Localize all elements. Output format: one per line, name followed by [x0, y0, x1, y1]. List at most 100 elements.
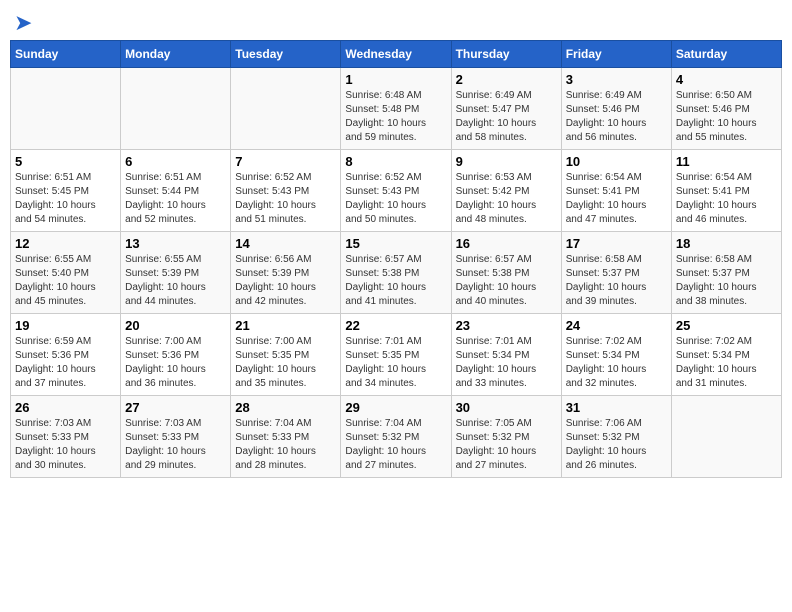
logo: ➤ [10, 10, 32, 36]
day-info: Sunrise: 7:04 AM Sunset: 5:33 PM Dayligh… [235, 417, 336, 473]
calendar-cell: 14 Sunrise: 6:56 AM Sunset: 5:39 PM Dayli… [231, 232, 341, 314]
day-number: 20 [125, 318, 226, 333]
day-number: 9 [456, 154, 557, 169]
day-number: 28 [235, 400, 336, 415]
calendar-cell: 22 Sunrise: 7:01 AM Sunset: 5:35 PM Dayli… [341, 314, 451, 396]
calendar-cell: 17 Sunrise: 6:58 AM Sunset: 5:37 PM Dayli… [561, 232, 671, 314]
day-info: Sunrise: 6:49 AM Sunset: 5:46 PM Dayligh… [566, 89, 667, 145]
day-number: 8 [345, 154, 446, 169]
day-number: 17 [566, 236, 667, 251]
day-number: 14 [235, 236, 336, 251]
day-number: 30 [456, 400, 557, 415]
day-info: Sunrise: 6:58 AM Sunset: 5:37 PM Dayligh… [566, 253, 667, 309]
calendar-cell: 13Sunrise: 6:55 AM Sunset: 5:39 PM Dayli… [121, 232, 231, 314]
day-number: 23 [456, 318, 557, 333]
day-number: 24 [566, 318, 667, 333]
calendar-cell: 19Sunrise: 6:59 AM Sunset: 5:36 PM Dayli… [11, 314, 121, 396]
day-number: 10 [566, 154, 667, 169]
day-number: 6 [125, 154, 226, 169]
day-info: Sunrise: 7:03 AM Sunset: 5:33 PM Dayligh… [15, 417, 116, 473]
calendar-cell: 30Sunrise: 7:05 AM Sunset: 5:32 PM Dayli… [451, 396, 561, 478]
calendar-cell: 27Sunrise: 7:03 AM Sunset: 5:33 PM Dayli… [121, 396, 231, 478]
calendar-header-friday: Friday [561, 41, 671, 68]
calendar-header-tuesday: Tuesday [231, 41, 341, 68]
calendar-table: SundayMondayTuesdayWednesdayThursdayFrid… [10, 40, 782, 478]
day-info: Sunrise: 6:55 AM Sunset: 5:40 PM Dayligh… [15, 253, 116, 309]
calendar-header-thursday: Thursday [451, 41, 561, 68]
day-number: 12 [15, 236, 116, 251]
day-number: 2 [456, 72, 557, 87]
calendar-week-row-2: 12 Sunrise: 6:55 AM Sunset: 5:40 PM Dayli… [11, 232, 782, 314]
calendar-cell: 21 Sunrise: 7:00 AM Sunset: 5:35 PM Dayli… [231, 314, 341, 396]
calendar-cell: 24 Sunrise: 7:02 AM Sunset: 5:34 PM Dayli… [561, 314, 671, 396]
day-info: Sunrise: 6:51 AM Sunset: 5:44 PM Dayligh… [125, 171, 226, 227]
day-info: Sunrise: 7:04 AM Sunset: 5:32 PM Dayligh… [345, 417, 446, 473]
calendar-cell: 16 Sunrise: 6:57 AM Sunset: 5:38 PM Dayli… [451, 232, 561, 314]
day-info: Sunrise: 7:02 AM Sunset: 5:34 PM Dayligh… [566, 335, 667, 391]
calendar-cell: 15 Sunrise: 6:57 AM Sunset: 5:38 PM Dayli… [341, 232, 451, 314]
calendar-cell: 23 Sunrise: 7:01 AM Sunset: 5:34 PM Dayli… [451, 314, 561, 396]
calendar-cell: 6 Sunrise: 6:51 AM Sunset: 5:44 PM Daylig… [121, 150, 231, 232]
calendar-week-row-4: 26Sunrise: 7:03 AM Sunset: 5:33 PM Dayli… [11, 396, 782, 478]
day-info: Sunrise: 6:54 AM Sunset: 5:41 PM Dayligh… [676, 171, 777, 227]
day-info: Sunrise: 6:50 AM Sunset: 5:46 PM Dayligh… [676, 89, 777, 145]
day-number: 15 [345, 236, 446, 251]
day-number: 11 [676, 154, 777, 169]
calendar-cell: 8 Sunrise: 6:52 AM Sunset: 5:43 PM Daylig… [341, 150, 451, 232]
calendar-cell: 25 Sunrise: 7:02 AM Sunset: 5:34 PM Dayli… [671, 314, 781, 396]
calendar-week-row-3: 19Sunrise: 6:59 AM Sunset: 5:36 PM Dayli… [11, 314, 782, 396]
day-number: 25 [676, 318, 777, 333]
calendar-cell: 12 Sunrise: 6:55 AM Sunset: 5:40 PM Dayli… [11, 232, 121, 314]
day-number: 19 [15, 318, 116, 333]
day-number: 16 [456, 236, 557, 251]
calendar-cell: 11 Sunrise: 6:54 AM Sunset: 5:41 PM Dayli… [671, 150, 781, 232]
calendar-cell: 29 Sunrise: 7:04 AM Sunset: 5:32 PM Dayli… [341, 396, 451, 478]
day-info: Sunrise: 6:48 AM Sunset: 5:48 PM Dayligh… [345, 89, 446, 145]
day-info: Sunrise: 7:01 AM Sunset: 5:35 PM Dayligh… [345, 335, 446, 391]
calendar-cell: 5Sunrise: 6:51 AM Sunset: 5:45 PM Daylig… [11, 150, 121, 232]
calendar-cell: 7Sunrise: 6:52 AM Sunset: 5:43 PM Daylig… [231, 150, 341, 232]
logo-bird-icon: ➤ [14, 10, 32, 36]
day-info: Sunrise: 7:01 AM Sunset: 5:34 PM Dayligh… [456, 335, 557, 391]
calendar-cell: 9 Sunrise: 6:53 AM Sunset: 5:42 PM Daylig… [451, 150, 561, 232]
calendar-cell: 4 Sunrise: 6:50 AM Sunset: 5:46 PM Daylig… [671, 68, 781, 150]
day-number: 1 [345, 72, 446, 87]
calendar-cell: 28 Sunrise: 7:04 AM Sunset: 5:33 PM Dayli… [231, 396, 341, 478]
calendar-header-sunday: Sunday [11, 41, 121, 68]
calendar-cell: 10 Sunrise: 6:54 AM Sunset: 5:41 PM Dayli… [561, 150, 671, 232]
day-info: Sunrise: 7:02 AM Sunset: 5:34 PM Dayligh… [676, 335, 777, 391]
day-info: Sunrise: 7:03 AM Sunset: 5:33 PM Dayligh… [125, 417, 226, 473]
day-info: Sunrise: 6:53 AM Sunset: 5:42 PM Dayligh… [456, 171, 557, 227]
day-info: Sunrise: 7:00 AM Sunset: 5:35 PM Dayligh… [235, 335, 336, 391]
calendar-cell: 18 Sunrise: 6:58 AM Sunset: 5:37 PM Dayli… [671, 232, 781, 314]
day-number: 31 [566, 400, 667, 415]
calendar-header-wednesday: Wednesday [341, 41, 451, 68]
calendar-cell: 3Sunrise: 6:49 AM Sunset: 5:46 PM Daylig… [561, 68, 671, 150]
day-info: Sunrise: 6:57 AM Sunset: 5:38 PM Dayligh… [345, 253, 446, 309]
calendar-cell [11, 68, 121, 150]
day-number: 13 [125, 236, 226, 251]
day-info: Sunrise: 6:54 AM Sunset: 5:41 PM Dayligh… [566, 171, 667, 227]
day-number: 21 [235, 318, 336, 333]
day-info: Sunrise: 6:58 AM Sunset: 5:37 PM Dayligh… [676, 253, 777, 309]
header: ➤ [10, 10, 782, 36]
day-number: 18 [676, 236, 777, 251]
calendar-header-saturday: Saturday [671, 41, 781, 68]
day-number: 29 [345, 400, 446, 415]
day-info: Sunrise: 6:57 AM Sunset: 5:38 PM Dayligh… [456, 253, 557, 309]
day-info: Sunrise: 6:51 AM Sunset: 5:45 PM Dayligh… [15, 171, 116, 227]
day-number: 4 [676, 72, 777, 87]
calendar-week-row-0: 1 Sunrise: 6:48 AM Sunset: 5:48 PM Daylig… [11, 68, 782, 150]
calendar-week-row-1: 5Sunrise: 6:51 AM Sunset: 5:45 PM Daylig… [11, 150, 782, 232]
day-info: Sunrise: 6:56 AM Sunset: 5:39 PM Dayligh… [235, 253, 336, 309]
day-info: Sunrise: 6:52 AM Sunset: 5:43 PM Dayligh… [235, 171, 336, 227]
calendar-cell: 2Sunrise: 6:49 AM Sunset: 5:47 PM Daylig… [451, 68, 561, 150]
day-number: 22 [345, 318, 446, 333]
day-info: Sunrise: 6:52 AM Sunset: 5:43 PM Dayligh… [345, 171, 446, 227]
calendar-cell: 1 Sunrise: 6:48 AM Sunset: 5:48 PM Daylig… [341, 68, 451, 150]
calendar-cell [671, 396, 781, 478]
calendar-cell [231, 68, 341, 150]
calendar-header-row: SundayMondayTuesdayWednesdayThursdayFrid… [11, 41, 782, 68]
day-info: Sunrise: 7:06 AM Sunset: 5:32 PM Dayligh… [566, 417, 667, 473]
calendar-body: 1 Sunrise: 6:48 AM Sunset: 5:48 PM Daylig… [11, 68, 782, 478]
